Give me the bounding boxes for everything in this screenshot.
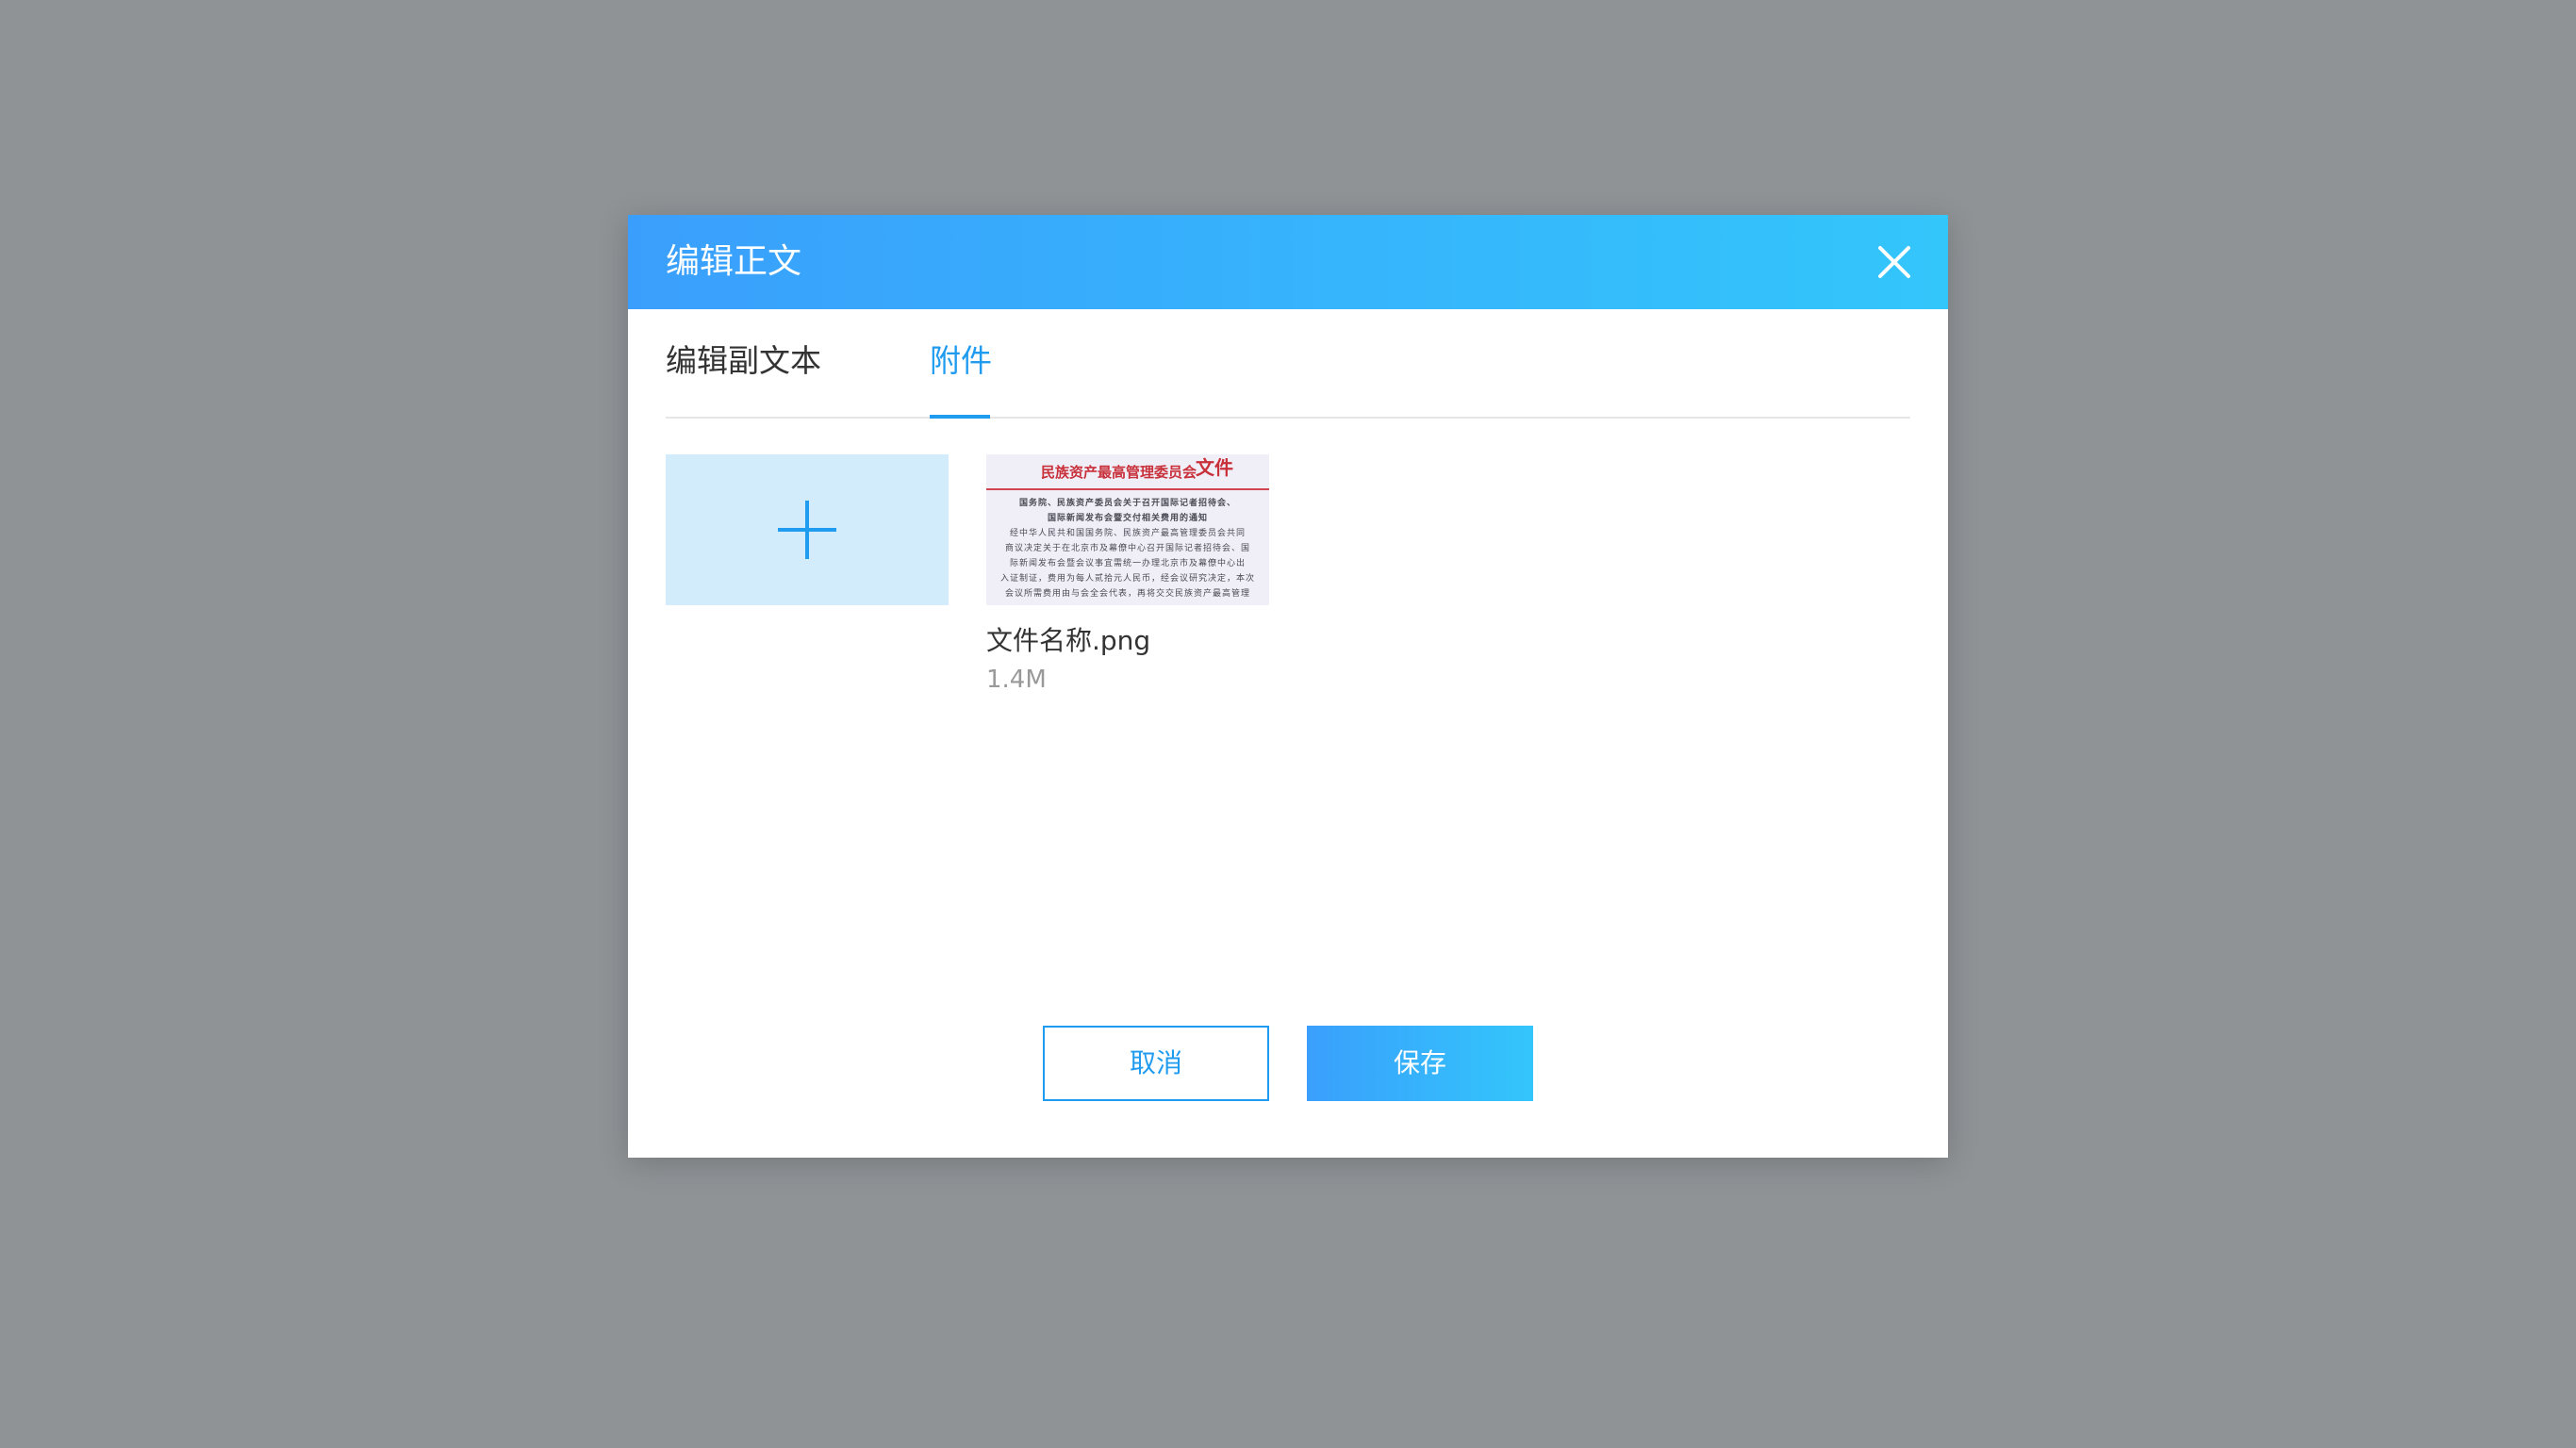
tab-bar: 编辑副文本 附件 bbox=[666, 309, 1910, 419]
thumbnail-document-header: 民族资产最高管理委员会 文件 bbox=[986, 454, 1269, 490]
save-button[interactable]: 保存 bbox=[1307, 1026, 1533, 1101]
dialog-header: 编辑正文 bbox=[628, 215, 1948, 309]
thumbnail-line: 国际新闻发布会暨交付相关费用的通知 bbox=[1047, 514, 1208, 523]
active-tab-indicator bbox=[930, 415, 990, 419]
thumbnail-org-title: 民族资产最高管理委员会 bbox=[1041, 464, 1197, 481]
thumbnail-line: 际新闻发布会暨会议事宜需统一办理北京市及幕僚中心出 bbox=[1009, 559, 1246, 568]
attachment-file-size: 1.4M bbox=[986, 666, 1047, 694]
thumbnail-line: 经中华人民共和国国务院、民族资产最高管理委员会共同 bbox=[1009, 529, 1246, 538]
thumbnail-doc-label: 文件 bbox=[1196, 456, 1233, 479]
dialog-title: 编辑正文 bbox=[666, 242, 802, 281]
close-button[interactable] bbox=[1871, 239, 1918, 286]
thumbnail-line: 入证制证，费用为每人贰拾元人民币，经会议研究决定，本次 bbox=[999, 574, 1255, 584]
tab-attachments[interactable]: 附件 bbox=[930, 339, 992, 383]
edit-body-dialog: 编辑正文 编辑副文本 附件 民族资产最高管理委员会 文件 国务院、民族资产委员会… bbox=[628, 215, 1948, 1158]
plus-icon bbox=[778, 501, 836, 559]
add-attachment-button[interactable] bbox=[666, 454, 949, 605]
cancel-button[interactable]: 取消 bbox=[1043, 1026, 1269, 1101]
thumbnail-body-text: 国务院、民族资产委员会关于召开国际记者招待会、 国际新闻发布会暨交付相关费用的通… bbox=[986, 496, 1269, 601]
attachment-file-name: 文件名称.png bbox=[986, 625, 1151, 656]
attachment-card: 民族资产最高管理委员会 文件 国务院、民族资产委员会关于召开国际记者招待会、 国… bbox=[986, 454, 1269, 696]
attachment-thumbnail[interactable]: 民族资产最高管理委员会 文件 国务院、民族资产委员会关于召开国际记者招待会、 国… bbox=[986, 454, 1269, 605]
tab-edit-subtext[interactable]: 编辑副文本 bbox=[666, 339, 821, 383]
thumbnail-line: 商议决定关于在北京市及幕僚中心召开国际记者招待会、国 bbox=[1004, 544, 1250, 553]
thumbnail-red-rule bbox=[986, 488, 1269, 490]
thumbnail-line: 国务院、民族资产委员会关于召开国际记者招待会、 bbox=[1018, 499, 1236, 508]
thumbnail-line: 会议所需费用由与会全会代表，再将交交民族资产最高管理 bbox=[1004, 589, 1250, 599]
close-icon bbox=[1878, 246, 1910, 278]
